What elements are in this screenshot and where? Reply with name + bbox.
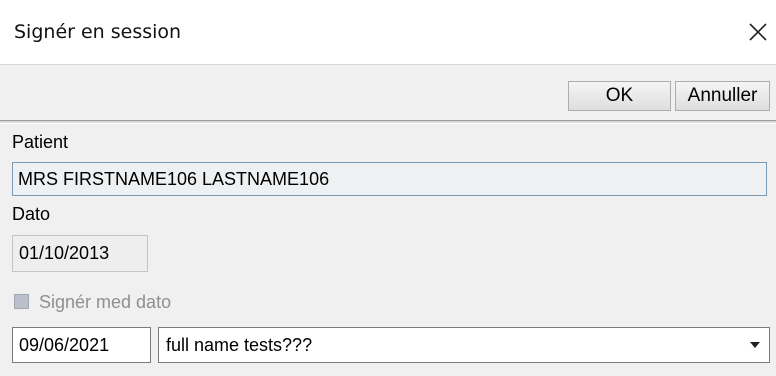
ok-button[interactable]: OK [568, 81, 671, 111]
sign-with-date-label: Signér med dato [39, 292, 172, 312]
close-button[interactable] [740, 17, 776, 47]
close-icon [749, 23, 767, 41]
window-title: Signér en session [14, 21, 182, 43]
signer-value: full name tests??? [166, 335, 313, 355]
toolbar-divider [0, 120, 776, 124]
sign-date-field[interactable]: 09/06/2021 [12, 327, 151, 363]
signer-combobox[interactable]: full name tests??? [158, 327, 770, 363]
cancel-button[interactable]: Annuller [675, 81, 770, 111]
chevron-down-icon [750, 342, 760, 348]
signer-dropdown-button[interactable] [741, 328, 769, 362]
title-bar: Signér en session [0, 0, 776, 64]
patient-label: Patient [12, 132, 69, 152]
sign-with-date-checkbox[interactable] [14, 294, 29, 309]
patient-field[interactable]: MRS FIRSTNAME106 LASTNAME106 [12, 162, 767, 196]
dato-field: 01/10/2013 [12, 235, 148, 272]
dato-label: Dato [12, 204, 51, 224]
